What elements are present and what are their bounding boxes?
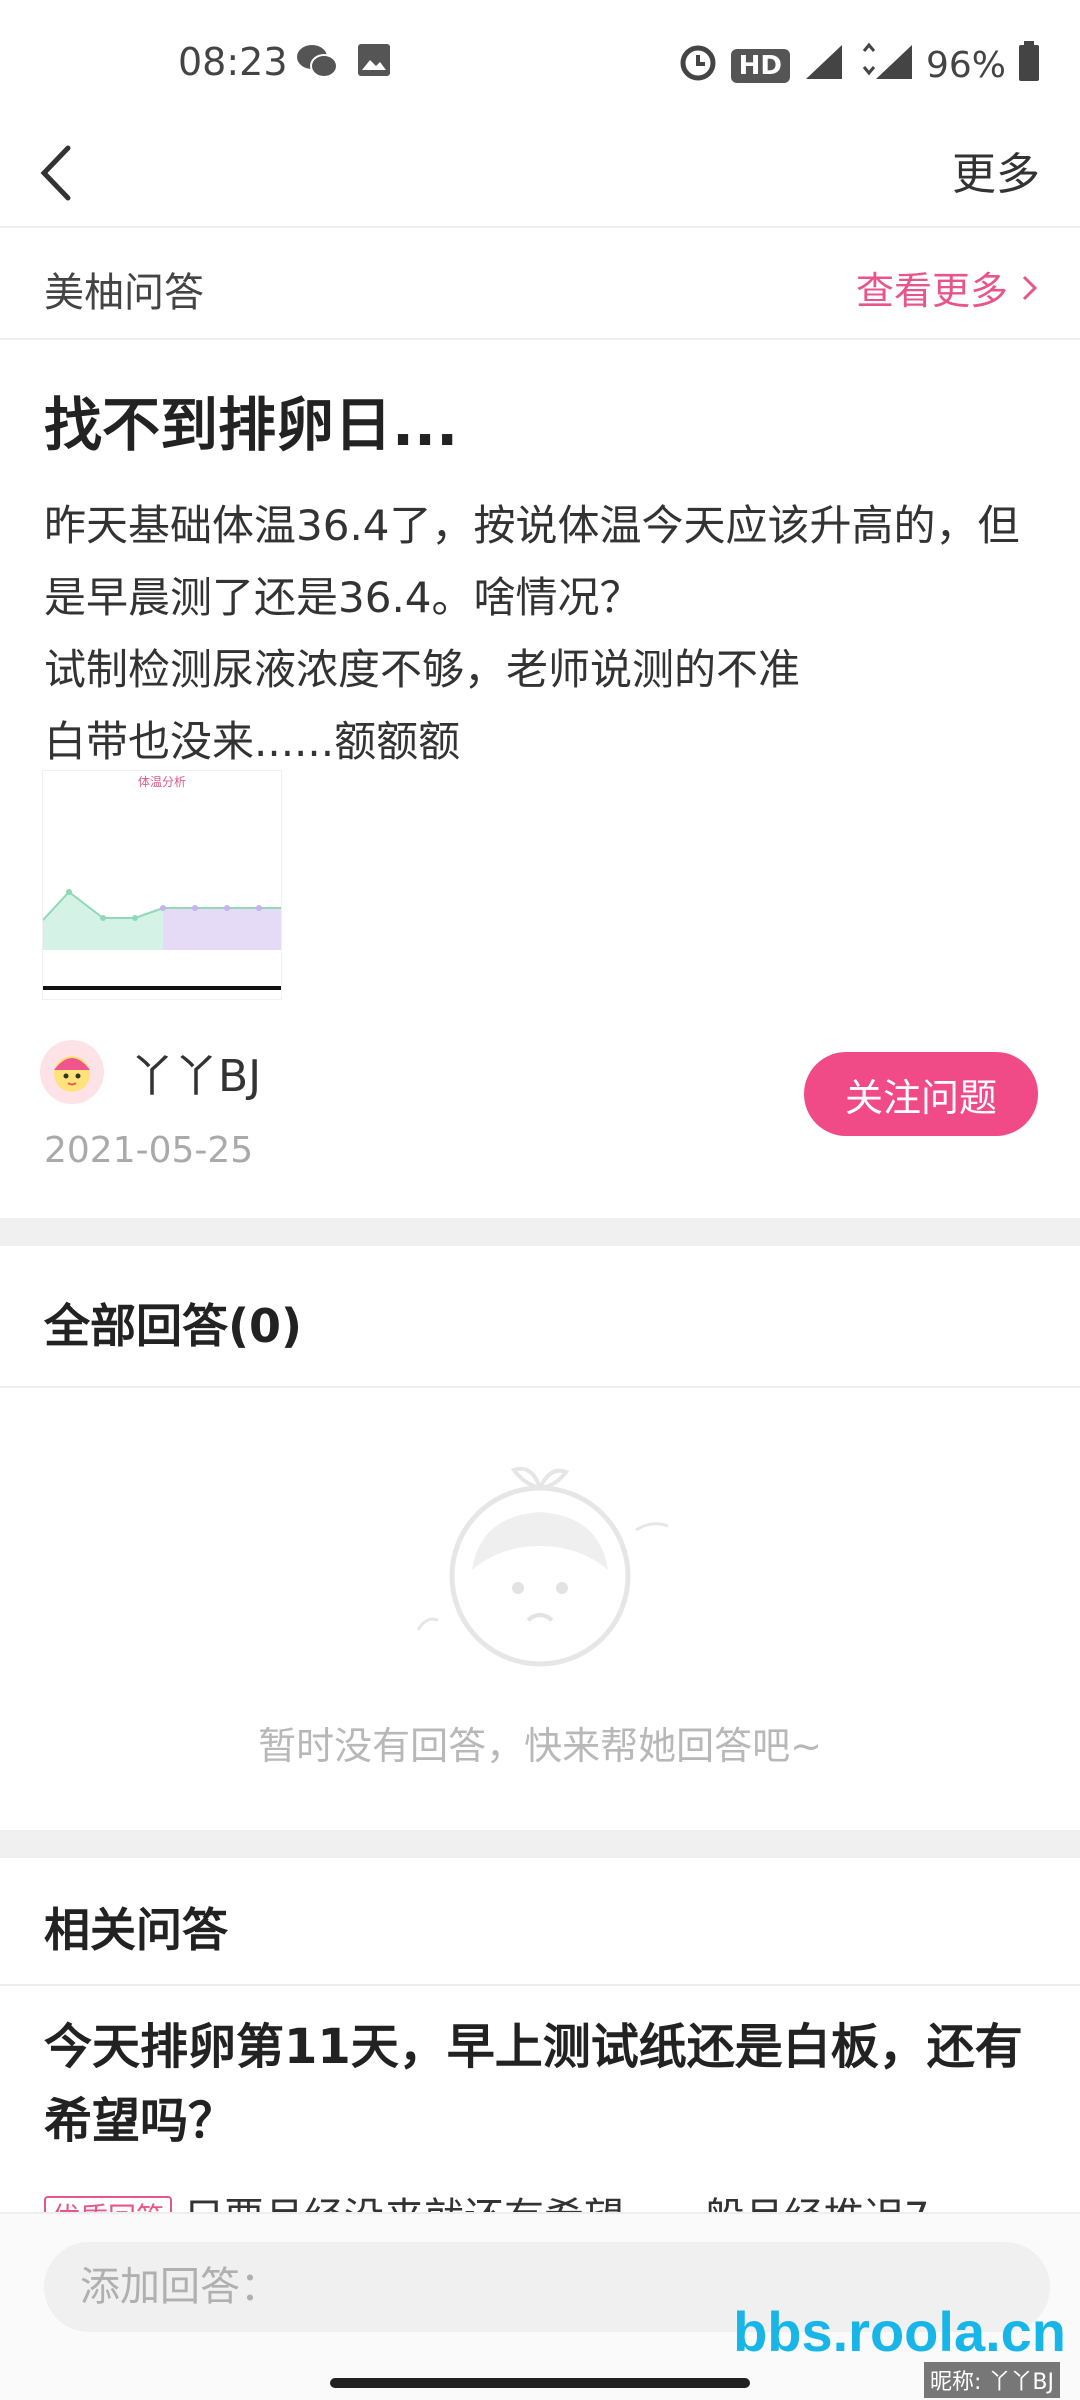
related-header: 相关问答 bbox=[0, 1858, 1080, 1986]
signal-5g-icon bbox=[858, 41, 914, 90]
chevron-right-icon bbox=[1022, 275, 1038, 300]
author-name: 丫丫BJ bbox=[130, 1051, 262, 1102]
home-indicator[interactable] bbox=[330, 2378, 750, 2388]
nav-bar: 更多 bbox=[0, 120, 1080, 228]
related-answer-preview[interactable]: 优质回答只要月经没来就还有希望，一般月经推迟7 bbox=[44, 2188, 1044, 2212]
avatar[interactable] bbox=[40, 1040, 104, 1104]
battery-icon bbox=[1018, 41, 1040, 90]
question-body: 昨天基础体温36.4了，按说体温今天应该升高的，但是早晨测了还是36.4。啥情况… bbox=[44, 501, 1020, 766]
thumb-chart-title: 体温分析 bbox=[137, 775, 186, 789]
watermark-sub: 昵称: 丫丫BJ bbox=[924, 2362, 1060, 2398]
status-bar: 08:23 HD 96% bbox=[0, 0, 1080, 135]
empty-face-icon bbox=[400, 1450, 680, 1684]
section-header: 美柚问答 查看更多 bbox=[0, 230, 1080, 340]
question-date: 2021-05-25 bbox=[44, 1130, 254, 1171]
answers-header: 全部回答(0) bbox=[0, 1246, 1080, 1388]
section-title: 美柚问答 bbox=[44, 270, 204, 316]
battery-percent: 96% bbox=[925, 45, 1006, 86]
temperature-chart-thumbnail bbox=[42, 889, 281, 990]
alarm-icon bbox=[677, 40, 719, 91]
hd-badge: HD bbox=[730, 48, 790, 83]
gallery-icon bbox=[356, 42, 392, 82]
related-title: 相关问答 bbox=[44, 1903, 228, 1957]
signal-4g-icon bbox=[802, 41, 846, 90]
related-question[interactable]: 今天排卵第11天，早上测试纸还是白板，还有希望吗？ bbox=[44, 2010, 1044, 2158]
follow-question-button[interactable]: 关注问题 bbox=[804, 1052, 1038, 1136]
question-image[interactable]: 体温分析 bbox=[42, 770, 282, 1000]
back-icon[interactable] bbox=[34, 138, 74, 212]
answers-title: 全部回答(0) bbox=[44, 1299, 303, 1353]
wechat-icon bbox=[296, 42, 338, 84]
related-answer-text: 只要月经没来就还有希望，一般月经推迟7 bbox=[184, 2195, 929, 2212]
status-right: HD 96% bbox=[677, 40, 1040, 91]
divider bbox=[0, 1830, 1080, 1858]
watermark: bbs.roola.cn bbox=[733, 2300, 1066, 2363]
question-title: 找不到排卵日... bbox=[44, 391, 459, 459]
view-more-label: 查看更多 bbox=[855, 269, 1008, 313]
divider bbox=[0, 1218, 1080, 1246]
more-button[interactable]: 更多 bbox=[952, 138, 1040, 202]
quality-answer-badge: 优质回答 bbox=[44, 2196, 173, 2212]
question-author[interactable]: 丫丫BJ bbox=[40, 1040, 261, 1104]
view-more-link[interactable]: 查看更多 bbox=[856, 260, 1040, 315]
empty-answers-text: 暂时没有回答，快来帮她回答吧~ bbox=[258, 1724, 822, 1768]
status-time: 08:23 bbox=[178, 40, 288, 84]
